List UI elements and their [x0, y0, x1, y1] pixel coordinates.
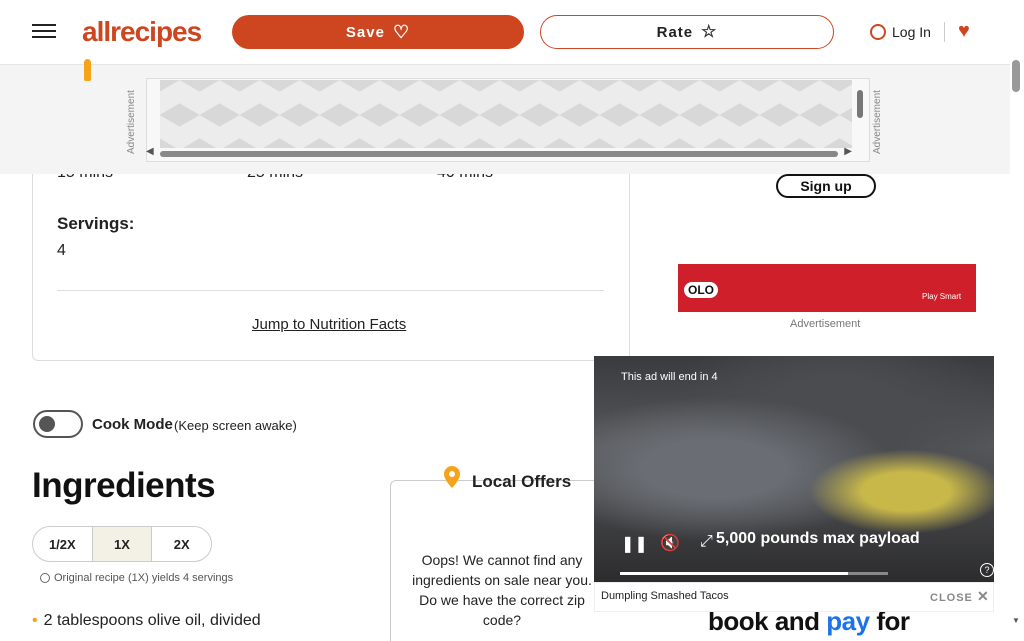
toggle-knob	[39, 416, 55, 432]
close-icon: ✕	[976, 588, 990, 604]
video-progress-bar[interactable]	[620, 572, 888, 575]
servings-value: 4	[57, 242, 66, 259]
brand-logo: OLO	[684, 282, 718, 298]
ad-horizontal-scrollbar[interactable]: ◀ ▶	[146, 146, 852, 158]
scroll-down-icon[interactable]: ▼	[1012, 616, 1020, 625]
local-offers-title: Local Offers	[472, 472, 572, 491]
location-pin-icon	[444, 466, 460, 488]
rate-button[interactable]: Rate ☆	[540, 15, 834, 49]
scale-1x-button[interactable]: 1X	[91, 527, 153, 561]
login-button[interactable]: Log In	[870, 20, 931, 44]
user-icon	[870, 24, 886, 40]
menu-icon[interactable]	[32, 20, 56, 42]
video-title: Dumpling Smashed Tacos	[601, 590, 729, 602]
mute-icon[interactable]: 🔇	[660, 533, 680, 553]
login-label: Log In	[892, 24, 931, 40]
site-header: allrecipes Save ♡ Rate ☆ Log In ♥	[0, 0, 1010, 81]
ad-vertical-scrollbar[interactable]	[856, 88, 864, 138]
cook-mode-sublabel[interactable]: (Keep screen awake)	[174, 418, 297, 433]
signup-button[interactable]: Sign up	[776, 174, 876, 198]
ad-countdown-text: This ad will end in 4	[621, 371, 718, 383]
help-icon[interactable]: ?	[980, 563, 994, 577]
save-label: Save	[345, 23, 385, 41]
ad-label-right: Advertisement	[872, 90, 883, 154]
cook-mode-toggle[interactable]	[33, 410, 83, 438]
close-label: CLOSE	[930, 592, 973, 604]
scale-half-button[interactable]: 1/2X	[33, 527, 92, 561]
video-caption: 5,000 pounds max payload	[716, 530, 920, 547]
heart-icon: ♡	[392, 21, 411, 42]
close-video-button[interactable]: CLOSE ✕	[930, 588, 990, 605]
star-icon: ☆	[701, 22, 718, 41]
jump-to-nutrition-link[interactable]: Jump to Nutrition Facts	[252, 316, 406, 333]
local-offers-message: Oops! We cannot find any ingredients on …	[412, 552, 592, 628]
video-ad-player[interactable]	[594, 356, 994, 582]
servings-label: Servings:	[57, 214, 135, 233]
info-icon[interactable]	[40, 573, 50, 584]
rate-label: Rate	[656, 23, 694, 41]
site-logo[interactable]: allrecipes	[82, 14, 208, 81]
ingredient-item[interactable]: • 2 tablespoons olive oil, divided	[32, 612, 261, 630]
video-progress-fill	[620, 572, 848, 575]
servings-scale-group: 1/2X 1X 2X	[32, 526, 212, 562]
spoon-icon	[84, 58, 91, 81]
original-recipe-note: Original recipe (1X) yields 4 servings	[40, 572, 233, 584]
divider	[944, 22, 945, 42]
divider	[57, 290, 604, 291]
top-ad-image	[160, 80, 852, 148]
bullet-icon: •	[32, 612, 38, 629]
ad-label-left: Advertisement	[126, 90, 137, 154]
ad-label: Advertisement	[790, 318, 861, 330]
saved-recipes-icon[interactable]: ♥	[958, 20, 970, 43]
ingredients-heading: Ingredients	[32, 466, 216, 505]
page-scrollbar[interactable]	[1012, 60, 1020, 92]
fullscreen-icon[interactable]: ⤢	[700, 533, 713, 551]
original-recipe-text: Original recipe (1X) yields 4 servings	[54, 572, 234, 584]
logo-text: allrecipes	[82, 16, 202, 47]
playsmart-logo: Play Smart	[922, 292, 962, 301]
ingredient-text: 2 tablespoons olive oil, divided	[43, 612, 261, 629]
scale-2x-button[interactable]: 2X	[152, 527, 211, 561]
save-button[interactable]: Save ♡	[232, 15, 524, 49]
cook-mode-label: Cook Mode	[92, 416, 173, 433]
pause-icon[interactable]: ❚❚	[621, 534, 648, 554]
